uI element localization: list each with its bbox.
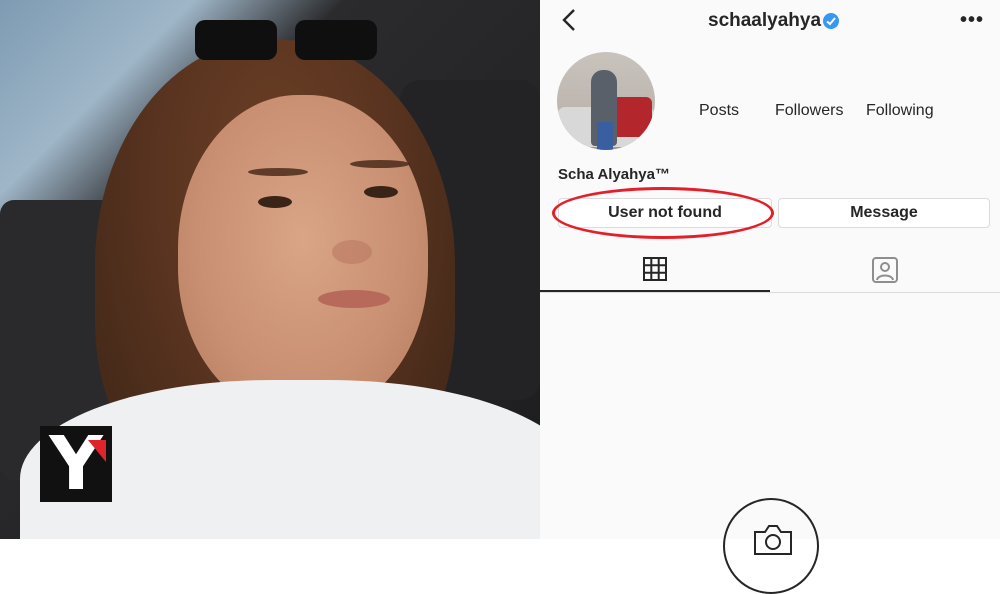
message-button[interactable]: Message: [778, 198, 990, 228]
followers-label[interactable]: Followers: [775, 102, 843, 120]
profile-full-name: Scha Alyahya™: [558, 166, 670, 183]
tab-tagged[interactable]: [770, 248, 1000, 292]
left-brow: [248, 168, 308, 176]
logo-red-triangle: [88, 440, 106, 462]
profile-username: schaalyahya: [708, 10, 822, 31]
posts-label[interactable]: Posts: [699, 102, 739, 120]
tab-posts-grid[interactable]: [540, 248, 770, 292]
logo-letter: Y: [49, 421, 103, 507]
more-options-icon[interactable]: •••: [960, 8, 984, 32]
profile-tabs: [540, 248, 1000, 293]
camera-icon: [754, 525, 792, 555]
nose: [332, 240, 372, 264]
selfie-photo: Y: [0, 0, 540, 539]
empty-posts-camera-circle: [723, 498, 819, 594]
verified-badge-icon: [823, 13, 839, 29]
top-bar: schaalyahya •••: [540, 0, 1000, 40]
grid-icon: [643, 257, 667, 281]
avatar-jeans: [597, 122, 613, 150]
avatar-red-car: [612, 97, 652, 137]
right-brow: [350, 160, 410, 168]
left-eye: [258, 196, 292, 208]
lips: [318, 290, 390, 308]
chevron-left-icon[interactable]: [558, 6, 580, 34]
face: [178, 95, 428, 415]
avatar[interactable]: [557, 52, 655, 150]
right-eye: [364, 186, 398, 198]
sunglasses: [195, 20, 380, 62]
user-not-found-button[interactable]: User not found: [558, 198, 772, 228]
instagram-profile-screen: schaalyahya ••• Posts Followers Followin…: [540, 0, 1000, 594]
following-label[interactable]: Following: [866, 102, 934, 120]
site-logo: Y: [40, 426, 112, 502]
tagged-user-icon: [872, 257, 898, 283]
